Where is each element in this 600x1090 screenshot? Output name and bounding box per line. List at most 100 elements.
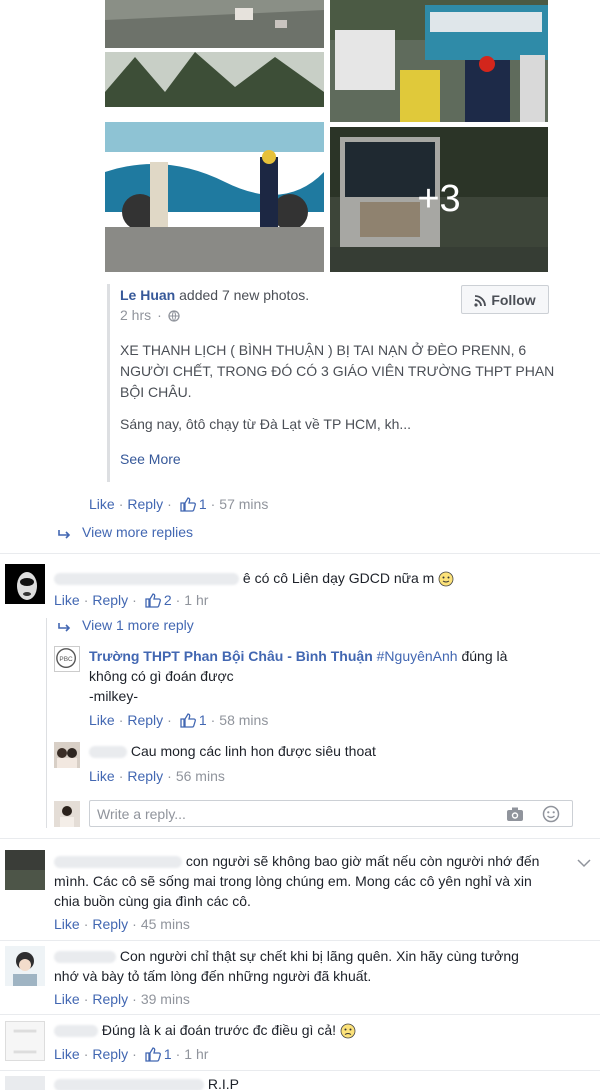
post-photo-2[interactable] — [330, 0, 548, 122]
post-photo-1[interactable] — [105, 0, 324, 48]
post-author-link[interactable]: Le Huan — [120, 287, 175, 303]
like-link[interactable]: Like — [54, 991, 80, 1007]
comment-time[interactable]: 58 mins — [219, 712, 268, 728]
reply-author-link[interactable]: Trường THPT Phan Bội Châu - Bình Thuận — [89, 648, 373, 664]
comment-line-2: nhớ và bày tỏ tấm lòng đến những người đ… — [54, 968, 372, 984]
comment-action-row: Like · Reply · 45 mins — [54, 916, 190, 932]
chevron-down-icon[interactable] — [577, 855, 591, 868]
rss-icon — [474, 294, 487, 307]
avatar[interactable] — [5, 1021, 45, 1061]
reply-link[interactable]: Reply — [92, 592, 128, 608]
see-more-link[interactable]: See More — [120, 451, 181, 467]
view-more-replies-label: View more replies — [82, 524, 194, 540]
post-photo-3[interactable] — [105, 52, 324, 272]
write-reply-placeholder: Write a reply... — [97, 806, 186, 822]
reply-action-row: Like · Reply · 56 mins — [89, 768, 225, 784]
view-more-reply-link[interactable]: View 1 more reply — [58, 617, 194, 633]
divider — [0, 940, 600, 941]
like-link[interactable]: Like — [89, 768, 115, 784]
reply-text-rest: không có gì đoán được — [89, 668, 234, 684]
redacted-author — [54, 1025, 98, 1038]
view-more-replies-link[interactable]: View more replies — [58, 524, 193, 540]
more-photos-overlay[interactable]: +3 — [330, 127, 548, 272]
redacted-author — [89, 746, 127, 759]
post-headline: XE THANH LỊCH ( BÌNH THUẬN ) BỊ TAI NẠN … — [120, 342, 555, 400]
post-timestamp[interactable]: 2 hrs — [120, 307, 151, 323]
post-photo-4[interactable]: +3 — [330, 127, 548, 272]
comment-line-3: chia buồn cùng gia đình các cô. — [54, 893, 251, 909]
comment-action-row: Like · Reply · 39 mins — [54, 991, 190, 1007]
avatar[interactable] — [54, 742, 80, 768]
reply-body: Cau mong các linh hon được siêu thoat — [89, 741, 376, 761]
globe-icon — [168, 309, 180, 322]
shared-post-border — [107, 284, 110, 482]
like-count[interactable]: 2 — [164, 592, 172, 608]
redacted-author — [54, 856, 182, 869]
divider — [0, 1014, 600, 1015]
reply-link[interactable]: Reply — [92, 991, 128, 1007]
like-link[interactable]: Like — [89, 712, 115, 728]
post-meta: 2 hrs · — [120, 307, 180, 323]
like-link[interactable]: Like — [54, 592, 80, 608]
redacted-author — [54, 573, 239, 586]
comment-time[interactable]: 39 mins — [141, 991, 190, 1007]
current-user-avatar — [54, 801, 80, 827]
reply-action-row: Like · Reply · 1 · 58 mins — [89, 712, 269, 728]
hashtag-link[interactable]: #NguyênAnh — [377, 648, 458, 664]
comment-time[interactable]: 45 mins — [141, 916, 190, 932]
reply-text: Cau mong các linh hon được siêu thoat — [130, 743, 376, 759]
like-thumb-icon — [180, 712, 196, 728]
comment-text: Con người chỉ thật sự chết khi bị lãng q… — [119, 948, 519, 964]
like-link[interactable]: Like — [54, 916, 80, 932]
camera-icon[interactable] — [506, 806, 524, 822]
avatar[interactable] — [5, 850, 45, 890]
comment-body: R.I.P — [54, 1074, 239, 1090]
comment-time[interactable]: 56 mins — [176, 768, 225, 784]
reply-body: Trường THPT Phan Bội Châu - Bình Thuận #… — [89, 646, 569, 666]
divider — [0, 553, 600, 554]
reply-link[interactable]: Reply — [92, 1046, 128, 1062]
avatar[interactable] — [5, 946, 45, 986]
comment-text: R.I.P — [207, 1076, 240, 1090]
sad-face-icon — [340, 1023, 356, 1039]
view-more-reply-label: View 1 more reply — [82, 617, 194, 633]
reply-link[interactable]: Reply — [92, 916, 128, 932]
comment-action-row: Like · Reply · 1 · 1 hr — [54, 1046, 209, 1062]
comment-body: ê có cô Liên dạy GDCD nữa m — [54, 568, 454, 588]
comment-text: ê có cô Liên dạy GDCD nữa m — [242, 570, 435, 586]
comment-line-1: Con người chỉ thật sự chết khi bị lãng q… — [54, 946, 519, 966]
like-count[interactable]: 1 — [164, 1046, 172, 1062]
divider — [0, 838, 600, 839]
reply-link[interactable]: Reply — [127, 712, 163, 728]
comment-text: Đúng là k ai đoán trước đc điều gì cả! — [101, 1022, 337, 1038]
post-header: Le Huan added 7 new photos. — [120, 287, 309, 303]
comment-time[interactable]: 1 hr — [184, 1046, 208, 1062]
comment-time[interactable]: 57 mins — [219, 496, 268, 512]
comment-time[interactable]: 1 hr — [184, 592, 208, 608]
comment-text: con người sẽ không bao giờ mất nếu còn n… — [185, 853, 540, 869]
like-count[interactable]: 1 — [199, 712, 207, 728]
post-action-text: added 7 new photos. — [179, 287, 310, 303]
post-action-row: Like · Reply · 1 · 57 mins — [89, 496, 269, 512]
reply-arrow-icon — [58, 527, 72, 539]
redacted-author — [54, 951, 116, 964]
comment-line-1: con người sẽ không bao giờ mất nếu còn n… — [54, 851, 539, 871]
post-body: Sáng nay, ôtô chạy từ Đà Lạt về TP HCM, … — [120, 416, 412, 432]
avatar[interactable] — [5, 564, 45, 604]
like-link[interactable]: Like — [89, 496, 115, 512]
like-thumb-icon — [145, 1046, 161, 1062]
comment-line-2: mình. Các cô sẽ sống mai trong lòng chún… — [54, 873, 532, 889]
svg-text:PBC: PBC — [59, 656, 73, 663]
comment-action-row: Like · Reply · 2 · 1 hr — [54, 592, 209, 608]
reply-link[interactable]: Reply — [127, 768, 163, 784]
reply-arrow-icon — [58, 620, 72, 632]
reply-link[interactable]: Reply — [127, 496, 163, 512]
like-count[interactable]: 1 — [199, 496, 207, 512]
redacted-author — [54, 1079, 204, 1090]
avatar[interactable] — [5, 1076, 45, 1090]
avatar[interactable]: PBC — [54, 646, 80, 672]
write-reply-input[interactable]: Write a reply... — [89, 800, 573, 827]
like-link[interactable]: Like — [54, 1046, 80, 1062]
follow-button[interactable]: Follow — [461, 285, 549, 314]
emoji-icon[interactable] — [542, 805, 560, 823]
